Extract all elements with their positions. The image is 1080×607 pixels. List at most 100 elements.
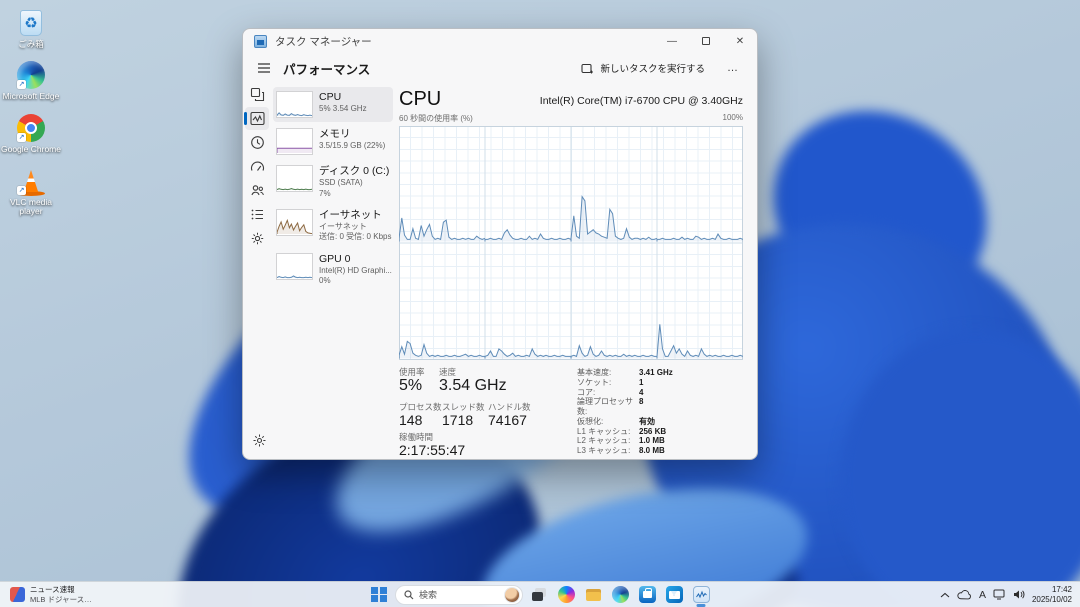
widgets-button[interactable]: ニュース速報 MLB ドジャース… bbox=[6, 582, 96, 607]
sidebar-item-ethernet[interactable]: イーサネット イーサネット 送信: 0 受信: 0 Kbps bbox=[273, 205, 393, 247]
edge-icon bbox=[612, 586, 629, 603]
stat-label: ソケット: bbox=[577, 378, 639, 388]
disk-minichart bbox=[276, 165, 313, 192]
nav-app-history[interactable] bbox=[245, 131, 269, 154]
desktop-icon-recycle-bin[interactable]: ♻ ごみ箱 bbox=[0, 8, 62, 49]
desktop-icon-label: Microsoft Edge bbox=[0, 92, 62, 101]
sidebar-item-title: CPU bbox=[319, 91, 367, 104]
desktop-icon-edge[interactable]: ↗ Microsoft Edge bbox=[0, 60, 62, 101]
memory-minichart bbox=[276, 128, 313, 155]
nav-details[interactable] bbox=[245, 203, 269, 226]
sidebar-item-subtitle: 5% 3.54 GHz bbox=[319, 104, 367, 114]
search-highlight-avatar bbox=[504, 587, 520, 603]
widgets-icon bbox=[10, 587, 25, 602]
task-manager-app-icon bbox=[254, 35, 267, 48]
stat-label: 基本速度: bbox=[577, 368, 639, 378]
outlook-icon bbox=[666, 586, 683, 603]
start-button[interactable] bbox=[368, 584, 390, 606]
sidebar-item-cpu[interactable]: CPU 5% 3.54 GHz bbox=[273, 87, 393, 122]
task-manager-icon bbox=[693, 586, 710, 603]
desktop-icon-chrome[interactable]: ↗ Google Chrome bbox=[0, 113, 62, 154]
stat-label: 論理プロセッサ数: bbox=[577, 397, 639, 417]
tray-clock[interactable]: 17:42 2025/10/02 bbox=[1032, 585, 1076, 605]
file-explorer-button[interactable] bbox=[582, 584, 604, 606]
app-history-icon bbox=[250, 135, 265, 150]
cpu-usage-chart bbox=[399, 126, 743, 360]
stat-label: 速度 bbox=[439, 367, 509, 377]
edge-button[interactable] bbox=[609, 584, 631, 606]
minimize-button[interactable]: — bbox=[655, 29, 689, 53]
shortcut-arrow-icon: ↗ bbox=[17, 133, 26, 142]
nav-rail bbox=[243, 83, 271, 459]
search-icon bbox=[404, 590, 414, 600]
sidebar-item-memory[interactable]: メモリ 3.5/15.9 GB (22%) bbox=[273, 124, 393, 159]
shortcut-arrow-icon: ↗ bbox=[17, 186, 26, 195]
gear-icon bbox=[252, 433, 267, 448]
nav-startup-apps[interactable] bbox=[245, 155, 269, 178]
stat-label: 稼働時間 bbox=[399, 432, 575, 442]
desktop-icon-vlc[interactable]: ↗ VLC media player bbox=[0, 166, 62, 217]
stat-label: コア: bbox=[577, 388, 639, 398]
cpu-minichart bbox=[276, 91, 313, 118]
ime-indicator[interactable]: A bbox=[979, 589, 986, 601]
sidebar-item-subtitle: SSD (SATA) bbox=[319, 178, 389, 188]
desktop: ♻ ごみ箱 ↗ Microsoft Edge ↗ Google Chrome ↗… bbox=[0, 0, 1080, 607]
uptime-value: 2:17:55:47 bbox=[399, 442, 575, 458]
nav-users[interactable] bbox=[245, 179, 269, 202]
stat-label: スレッド数 bbox=[442, 402, 488, 412]
stat-label: プロセス数 bbox=[399, 402, 442, 412]
outlook-button[interactable] bbox=[663, 584, 685, 606]
microsoft-store-button[interactable] bbox=[636, 584, 658, 606]
stat-label: L3 キャッシュ: bbox=[577, 446, 639, 456]
logical-processors-value: 8 bbox=[639, 397, 643, 417]
cpu-model-name: Intel(R) Core(TM) i7-6700 CPU @ 3.40GHz bbox=[540, 95, 743, 109]
taskbar-search-input[interactable]: 検索 bbox=[395, 585, 523, 605]
shortcut-arrow-icon: ↗ bbox=[17, 80, 26, 89]
sidebar-item-title: イーサネット bbox=[319, 209, 390, 222]
startup-apps-icon bbox=[250, 159, 265, 174]
stat-label: 仮想化: bbox=[577, 417, 639, 427]
cpu-speed-value: 3.54 GHz bbox=[439, 377, 509, 395]
recycle-bin-icon: ♻ bbox=[20, 10, 42, 36]
nav-services[interactable] bbox=[245, 227, 269, 250]
more-options-button[interactable]: … bbox=[721, 60, 745, 76]
sidebar-item-subtitle: 7% bbox=[319, 189, 389, 199]
copilot-button[interactable] bbox=[555, 584, 577, 606]
titlebar[interactable]: タスク マネージャー — ✕ bbox=[243, 29, 757, 53]
network-icon[interactable] bbox=[993, 589, 1006, 600]
performance-icon bbox=[250, 111, 265, 126]
cpu-stats-left: 使用率 速度 5% 3.54 GHz プロセス数 スレッド数 ハンドル数 14 bbox=[399, 367, 575, 458]
cpu-stats-right: 基本速度:3.41 GHz ソケット:1 コア:4 論理プロセッサ数:8 仮想化… bbox=[577, 367, 673, 458]
task-manager-button[interactable] bbox=[690, 584, 712, 606]
sidebar-item-gpu[interactable]: GPU 0 Intel(R) HD Graphi... 0% bbox=[273, 249, 393, 291]
l3-cache-value: 8.0 MB bbox=[639, 446, 665, 456]
tray-date: 2025/10/02 bbox=[1032, 595, 1072, 605]
nav-processes[interactable] bbox=[245, 83, 269, 106]
virtualization-value: 有効 bbox=[639, 417, 655, 427]
onedrive-cloud-icon[interactable] bbox=[957, 590, 972, 600]
services-icon bbox=[250, 231, 265, 246]
hamburger-menu-icon[interactable] bbox=[251, 62, 277, 74]
tray-chevron-up-icon[interactable] bbox=[940, 592, 950, 598]
ethernet-minichart bbox=[276, 209, 313, 236]
settings-button[interactable] bbox=[247, 429, 271, 452]
nav-performance[interactable] bbox=[245, 107, 269, 130]
window-title: タスク マネージャー bbox=[275, 34, 372, 49]
details-icon bbox=[250, 207, 265, 222]
performance-sidebar: CPU 5% 3.54 GHz メモリ 3.5/15.9 GB (22%) ディ… bbox=[273, 87, 393, 293]
sockets-value: 1 bbox=[639, 378, 643, 388]
page-title: パフォーマンス bbox=[283, 59, 370, 78]
cpu-panel: CPU Intel(R) Core(TM) i7-6700 CPU @ 3.40… bbox=[399, 83, 743, 459]
stat-label: L1 キャッシュ: bbox=[577, 427, 639, 437]
sidebar-item-disk[interactable]: ディスク 0 (C:) SSD (SATA) 7% bbox=[273, 161, 393, 203]
widgets-headline: ニュース速報 bbox=[30, 585, 92, 594]
volume-icon[interactable] bbox=[1013, 589, 1025, 600]
thread-count: 1718 bbox=[442, 412, 488, 428]
close-button[interactable]: ✕ bbox=[723, 29, 757, 53]
cpu-panel-title: CPU bbox=[399, 89, 441, 109]
maximize-button[interactable] bbox=[689, 29, 723, 53]
task-manager-window: タスク マネージャー — ✕ パフォーマンス 新しいタスクを実行する … bbox=[242, 28, 758, 460]
sidebar-item-title: ディスク 0 (C:) bbox=[319, 165, 389, 178]
task-view-button[interactable] bbox=[528, 584, 550, 606]
run-new-task-button[interactable]: 新しいタスクを実行する bbox=[573, 57, 713, 79]
